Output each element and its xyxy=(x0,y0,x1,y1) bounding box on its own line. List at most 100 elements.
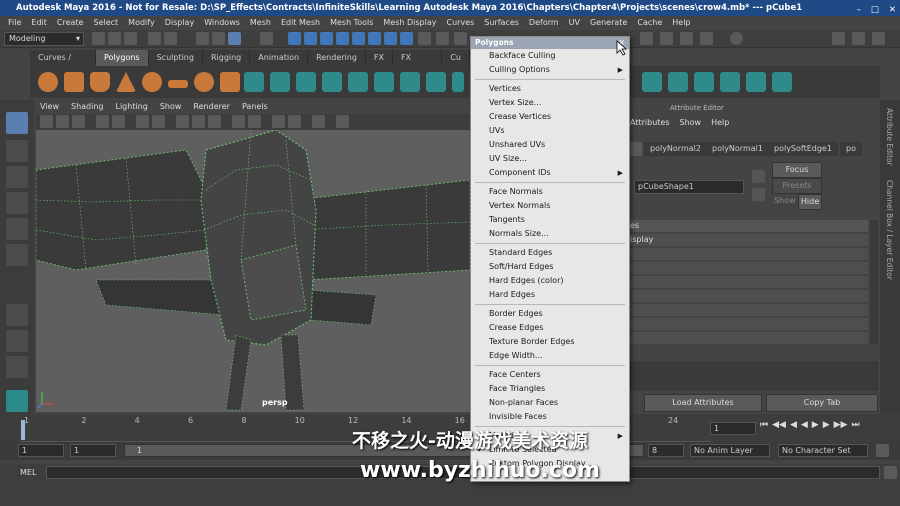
shelf-tab-fx-caching[interactable]: FX Caching xyxy=(393,50,443,78)
boolean-icon[interactable] xyxy=(296,72,316,92)
viewport-menu-show[interactable]: Show xyxy=(160,100,182,114)
history-icon[interactable] xyxy=(436,32,449,45)
go-output-icon[interactable] xyxy=(752,188,765,201)
layout-icon[interactable] xyxy=(852,32,865,45)
ipr-icon[interactable] xyxy=(660,32,673,45)
menu-item-backface-culling[interactable]: Backface Culling xyxy=(471,49,629,63)
viewport-menu-view[interactable]: View xyxy=(40,100,59,114)
menu-mesh[interactable]: Mesh xyxy=(250,16,271,30)
section-row[interactable] xyxy=(630,262,868,274)
menu-mesh-tools[interactable]: Mesh Tools xyxy=(330,16,373,30)
menu-curves[interactable]: Curves xyxy=(446,16,474,30)
render-frame-icon[interactable] xyxy=(640,32,653,45)
grid-toggle-icon[interactable] xyxy=(96,115,109,128)
xray-icon[interactable] xyxy=(232,115,245,128)
two-pane-icon[interactable] xyxy=(6,356,28,378)
menu-create[interactable]: Create xyxy=(57,16,84,30)
wireframe-icon[interactable] xyxy=(136,115,149,128)
section-header-1[interactable]: es xyxy=(630,220,868,232)
append-icon[interactable] xyxy=(642,72,662,92)
viewport-menu-panels[interactable]: Panels xyxy=(242,100,268,114)
combine-icon[interactable] xyxy=(244,72,264,92)
extrude-icon[interactable] xyxy=(400,72,420,92)
reduce-icon[interactable] xyxy=(348,72,368,92)
step-forward-key-icon[interactable]: ▶▶ xyxy=(834,420,848,430)
play-back-icon[interactable]: ◀ xyxy=(801,420,808,430)
section-row[interactable] xyxy=(630,290,868,302)
menu-surfaces[interactable]: Surfaces xyxy=(484,16,519,30)
bridge-icon[interactable] xyxy=(426,72,446,92)
menu-generate[interactable]: Generate xyxy=(590,16,627,30)
depth-of-field-icon[interactable] xyxy=(312,115,325,128)
viewport-menu-renderer[interactable]: Renderer xyxy=(193,100,230,114)
face-mask-icon[interactable] xyxy=(400,32,413,45)
snap-point-icon[interactable] xyxy=(304,32,317,45)
menu-item-uvs[interactable]: UVs xyxy=(471,124,629,138)
menu-uv[interactable]: UV xyxy=(569,16,580,30)
menu-show[interactable]: Show xyxy=(680,118,702,127)
menu-file[interactable]: File xyxy=(8,16,21,30)
bookmark-icon[interactable] xyxy=(56,115,69,128)
menu-item-edge-width[interactable]: Edge Width... xyxy=(471,349,629,363)
tab-polynormal2[interactable]: polyNormal2 xyxy=(644,142,707,156)
shelf-tab-sculpting[interactable]: Sculpting xyxy=(148,50,203,66)
menu-item-face-triangles[interactable]: Face Triangles xyxy=(471,382,629,396)
rotate-tool-icon[interactable] xyxy=(6,218,28,240)
menu-mesh-display[interactable]: Mesh Display xyxy=(383,16,436,30)
step-back-key-icon[interactable]: ◀◀ xyxy=(772,420,786,430)
tab-active-partial[interactable] xyxy=(630,142,642,156)
grid-fill-icon[interactable] xyxy=(772,72,792,92)
menu-edit-mesh[interactable]: Edit Mesh xyxy=(281,16,320,30)
undo-icon[interactable] xyxy=(148,32,161,45)
mirror-icon[interactable] xyxy=(374,72,394,92)
playback-start-field[interactable]: 1 xyxy=(70,444,116,457)
shelf-tab-animation[interactable]: Animation xyxy=(250,50,309,66)
menu-deform[interactable]: Deform xyxy=(529,16,559,30)
command-language-label[interactable]: MEL xyxy=(20,468,36,477)
shape-name-field[interactable]: pCubeShape1 xyxy=(634,180,744,194)
section-row[interactable] xyxy=(630,248,868,260)
camera-attributes-icon[interactable] xyxy=(40,115,53,128)
select-tool-icon[interactable] xyxy=(6,112,28,134)
anim-layer-selector[interactable]: No Anim Layer xyxy=(690,444,770,457)
perspective-viewport[interactable]: persp xyxy=(36,130,470,412)
render-settings-icon[interactable] xyxy=(680,32,693,45)
smooth-shade-icon[interactable] xyxy=(152,115,165,128)
anti-alias-icon[interactable] xyxy=(288,115,301,128)
single-pane-icon[interactable] xyxy=(6,304,28,326)
current-frame-field[interactable]: 1 xyxy=(710,422,756,435)
character-set-selector[interactable]: No Character Set xyxy=(778,444,868,457)
vertex-mask-icon[interactable] xyxy=(368,32,381,45)
select-component-icon[interactable] xyxy=(228,32,241,45)
tab-polynormal1[interactable]: polyNormal1 xyxy=(706,142,769,156)
poly-platonic-icon[interactable] xyxy=(220,72,240,92)
menu-item-soft-hard-edges[interactable]: Soft/Hard Edges xyxy=(471,260,629,274)
poke-icon[interactable] xyxy=(720,72,740,92)
snap-view-icon[interactable] xyxy=(320,32,333,45)
menu-item-tangents[interactable]: Tangents xyxy=(471,213,629,227)
menu-modify[interactable]: Modify xyxy=(128,16,155,30)
menu-item-hard-edges-color[interactable]: Hard Edges (color) xyxy=(471,274,629,288)
menu-item-normals-size[interactable]: Normals Size... xyxy=(471,227,629,241)
shelf-tab-rendering[interactable]: Rendering xyxy=(308,50,366,66)
go-to-start-icon[interactable]: ⏮ xyxy=(760,420,768,430)
tab-overflow[interactable]: po xyxy=(840,142,862,156)
copy-tab-button[interactable]: Copy Tab xyxy=(766,394,878,412)
scrollbar[interactable] xyxy=(870,220,878,344)
sidebar-tab-attribute-editor[interactable]: Attribute Editor xyxy=(885,108,894,166)
poly-cone-icon[interactable] xyxy=(116,72,136,92)
play-forward-icon[interactable]: ▶ xyxy=(812,420,819,430)
isolate-icon[interactable] xyxy=(248,115,261,128)
gamma-icon[interactable] xyxy=(336,115,349,128)
go-to-end-icon[interactable]: ⏭ xyxy=(851,420,859,430)
menu-item-crease-vertices[interactable]: Crease Vertices xyxy=(471,110,629,124)
snap-curve-icon[interactable] xyxy=(288,32,301,45)
menu-item-uv-size[interactable]: UV Size... xyxy=(471,152,629,166)
notes-area[interactable] xyxy=(630,362,878,390)
move-tool-icon[interactable] xyxy=(6,192,28,214)
menu-item-face-centers[interactable]: Face Centers xyxy=(471,368,629,382)
scale-tool-icon[interactable] xyxy=(6,244,28,266)
film-gate-icon[interactable] xyxy=(112,115,125,128)
wedge-icon[interactable] xyxy=(694,72,714,92)
step-back-icon[interactable]: ◀ xyxy=(790,420,797,430)
